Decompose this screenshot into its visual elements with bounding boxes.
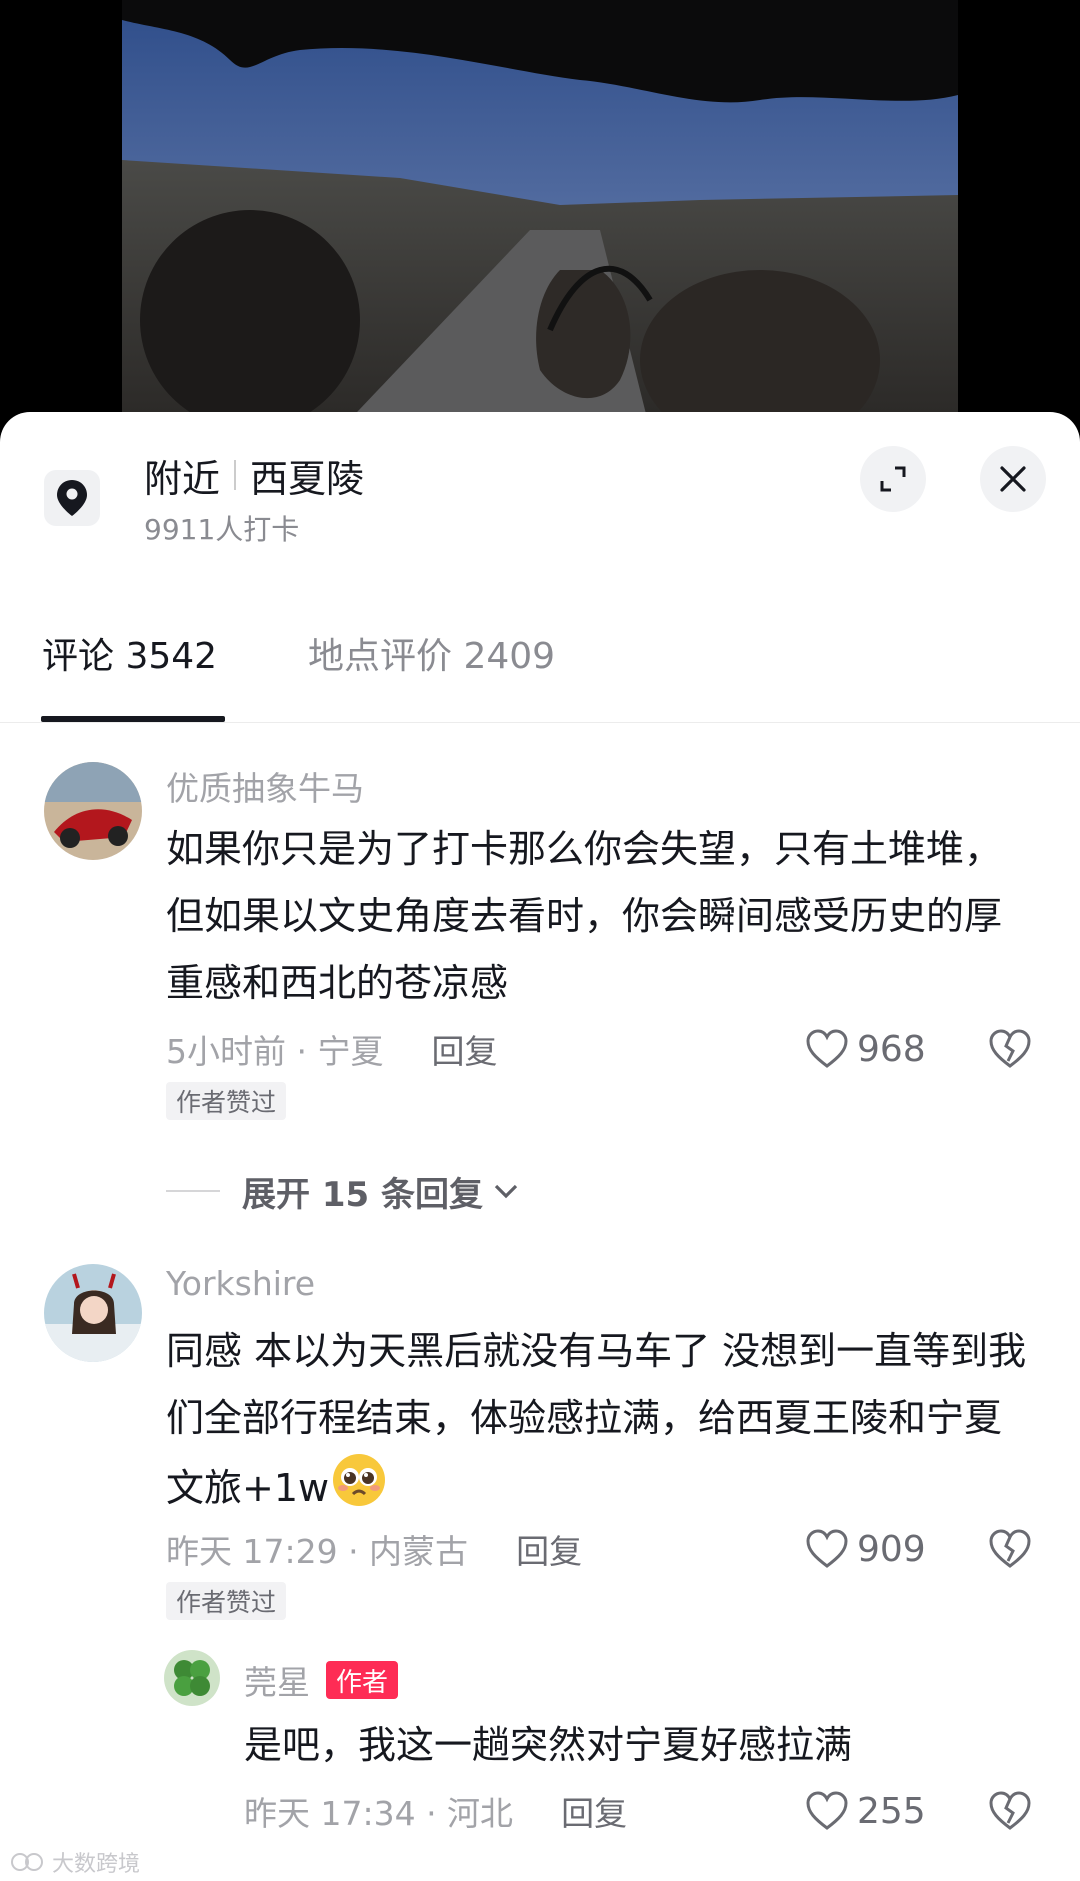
comment-meta: 昨天 17:29 · 内蒙古 回复 [166, 1526, 582, 1572]
broken-heart-icon [989, 1791, 1031, 1830]
comment-text-body: 同感 本以为天黑后就没有马车了 没想到一直等到我们全部行程结束，体验感拉满，给西… [166, 1329, 1027, 1510]
comment-text: 如果你只是为了打卡那么你会失望，只有土堆堆，但如果以文史角度去看时，你会瞬间感受… [166, 827, 1003, 1005]
author-tag: 作者 [326, 1661, 399, 1699]
like-button[interactable]: 255 [805, 1786, 926, 1836]
reply-button[interactable]: 回复 [516, 1525, 582, 1573]
reply-meta: 昨天 17:34 · 河北 回复 [244, 1788, 627, 1834]
title-separator [234, 460, 237, 490]
checkin-count: 9911人打卡 [144, 513, 300, 546]
heart-icon [806, 1029, 848, 1068]
author-liked-badge: 作者赞过 [166, 1582, 287, 1620]
heart-icon [806, 1529, 848, 1568]
close-button[interactable] [980, 446, 1046, 512]
tab-divider [0, 722, 1080, 723]
location-prefix: 附近 [144, 456, 221, 501]
watermark-text: 大数跨境 [52, 1852, 141, 1877]
like-button[interactable]: 909 [805, 1524, 926, 1574]
comment-username[interactable]: 优质抽象牛马 [166, 762, 364, 810]
expand-icon [880, 466, 906, 492]
expand-button[interactable] [860, 446, 926, 512]
pleading-face-emoji-icon [331, 1452, 387, 1529]
avatar[interactable] [164, 1650, 220, 1706]
author-liked-badge: 作者赞过 [166, 1082, 287, 1120]
expand-replies-label: 展开 15 条回复 [242, 1174, 483, 1215]
reply-button[interactable]: 回复 [431, 1025, 497, 1073]
comment-time-location: 5小时前 · 宁夏 [166, 1032, 384, 1071]
heart-icon [806, 1791, 848, 1830]
video-player[interactable] [0, 0, 1080, 430]
dislike-button[interactable] [988, 1528, 1032, 1572]
chevron-down-icon [494, 1184, 518, 1199]
dislike-button[interactable] [988, 1028, 1032, 1072]
like-button[interactable]: 968 [805, 1024, 926, 1074]
reply-username-row: 莞星 作者 [244, 1656, 399, 1704]
watermark: 大数跨境 [10, 1846, 140, 1878]
reply-username[interactable]: 莞星 [244, 1656, 310, 1704]
close-icon [1000, 466, 1026, 492]
like-count: 968 [857, 1028, 926, 1070]
broken-heart-icon [989, 1529, 1031, 1568]
location-title[interactable]: 附近 西夏陵 [144, 448, 364, 502]
location-pin-icon [44, 470, 100, 526]
reply-time-location: 昨天 17:34 · 河北 [244, 1794, 514, 1833]
comment-time-location: 昨天 17:29 · 内蒙古 [166, 1532, 469, 1571]
reply-button[interactable]: 回复 [561, 1787, 627, 1835]
reply-text: 是吧，我这一趟突然对宁夏好感拉满 [244, 1723, 853, 1767]
avatar[interactable] [44, 762, 142, 860]
comment-text: 同感 本以为天黑后就没有马车了 没想到一直等到我们全部行程结束，体验感拉满，给西… [166, 1318, 1036, 1529]
avatar[interactable] [44, 1264, 142, 1362]
location-name: 西夏陵 [250, 456, 365, 501]
like-count: 255 [857, 1790, 926, 1832]
dislike-button[interactable] [988, 1790, 1032, 1834]
broken-heart-icon [989, 1029, 1031, 1068]
expand-divider [166, 1190, 220, 1192]
expand-replies[interactable]: 展开 15 条回复 [166, 1166, 519, 1216]
tab-place-reviews[interactable]: 地点评价 2409 [308, 628, 555, 678]
watermark-logo-icon [11, 1853, 43, 1871]
comment-meta: 5小时前 · 宁夏 回复 [166, 1026, 497, 1072]
comment-username[interactable]: Yorkshire [166, 1264, 315, 1303]
like-count: 909 [857, 1528, 926, 1570]
tab-comments[interactable]: 评论 3542 [42, 628, 217, 678]
